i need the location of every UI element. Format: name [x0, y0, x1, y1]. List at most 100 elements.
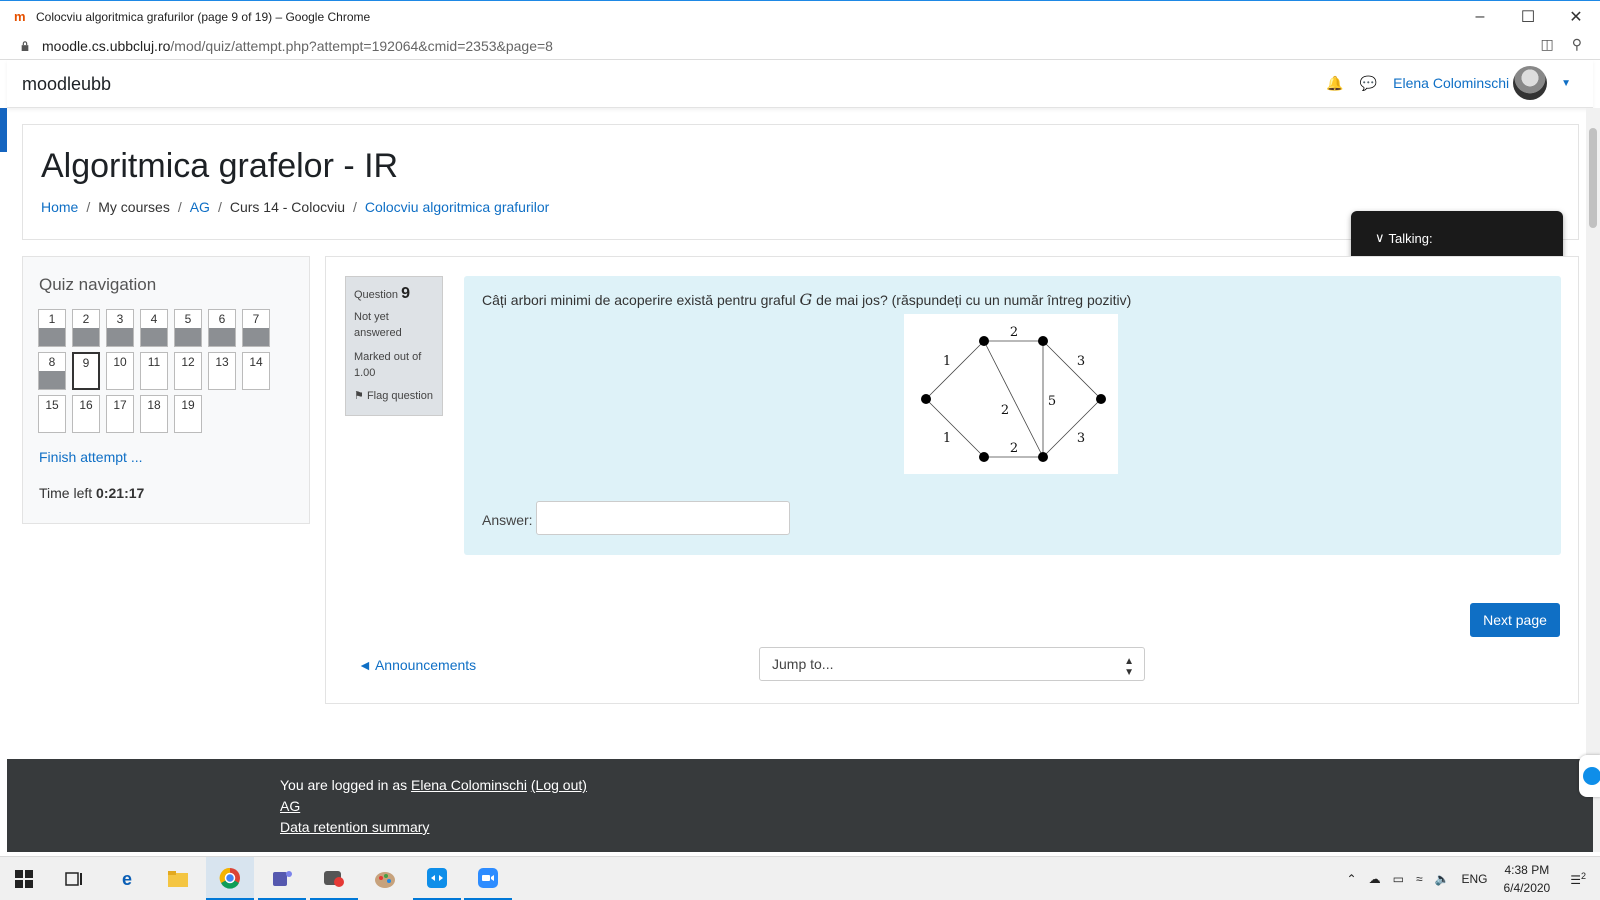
breadcrumb-home[interactable]: Home [41, 199, 78, 215]
quiz-nav-button-label: 9 [82, 356, 90, 370]
input-language[interactable]: ENG [1461, 872, 1487, 886]
flag-question-button[interactable]: ⚑ Flag question [354, 389, 434, 402]
feedback-app-icon[interactable] [310, 857, 358, 900]
onedrive-cloud-icon[interactable]: ☁ [1369, 872, 1381, 886]
quiz-nav-button[interactable]: 17 [106, 395, 134, 433]
jump-to-select[interactable]: Jump to... ▲ ▼ [759, 647, 1145, 681]
answered-indicator [39, 328, 65, 346]
footer-course-link[interactable]: AG [280, 798, 300, 814]
quiz-nav-button[interactable]: 8 [38, 352, 66, 390]
messages-icon[interactable]: 💬 [1360, 75, 1377, 92]
edge-browser-icon[interactable]: e [103, 857, 151, 900]
breadcrumb-my-courses: My courses [98, 199, 170, 215]
chrome-icon[interactable] [206, 857, 254, 900]
quiz-nav-button[interactable]: 1 [38, 309, 66, 347]
address-bar[interactable]: moodle.cs.ubbcluj.ro/mod/quiz/attempt.ph… [0, 32, 1600, 60]
translate-icon[interactable]: ◫ [1541, 36, 1554, 53]
quiz-nav-button[interactable]: 11 [140, 352, 168, 390]
drawer-toggle-accent[interactable] [0, 108, 7, 152]
teamviewer-tab[interactable] [1579, 755, 1600, 797]
quiz-nav-title: Quiz navigation [39, 275, 157, 294]
answered-indicator [107, 328, 133, 346]
quiz-nav-button-label: 18 [147, 398, 161, 412]
zoom-app-icon[interactable] [464, 857, 512, 900]
task-view-icon[interactable] [50, 857, 98, 900]
talking-label: Talking: [1388, 230, 1433, 246]
data-retention-link[interactable]: Data retention summary [280, 819, 429, 835]
breadcrumb-quiz[interactable]: Colocviu algoritmica grafurilor [365, 199, 549, 215]
quiz-nav-button-label: 10 [113, 355, 127, 369]
quiz-nav-button[interactable]: 12 [174, 352, 202, 390]
quiz-nav-button[interactable]: 13 [208, 352, 236, 390]
quiz-nav-button[interactable]: 3 [106, 309, 134, 347]
next-page-button[interactable]: Next page [1470, 603, 1560, 637]
flag-question-label: Flag question [366, 390, 433, 402]
chevron-down-icon[interactable]: ∨ [1375, 230, 1385, 246]
quiz-nav-button-label: 3 [116, 312, 124, 326]
quiz-nav-button[interactable]: 6 [208, 309, 236, 347]
notifications-bell-icon[interactable]: 🔔 [1326, 75, 1343, 92]
announcements-link[interactable]: ◄ Announcements [358, 657, 476, 673]
breadcrumb-course[interactable]: AG [190, 199, 210, 215]
edge-weight: 3 [1077, 354, 1085, 369]
graph-edge [1042, 340, 1102, 400]
quiz-nav-button-label: 7 [252, 312, 260, 326]
graph-node [979, 452, 989, 462]
answered-indicator [243, 328, 269, 346]
wifi-icon[interactable]: ≈ [1416, 872, 1423, 886]
quiz-nav-button[interactable]: 9 [72, 352, 100, 390]
user-menu-name[interactable]: Elena Colominschi [1393, 75, 1509, 91]
edge-weight: 2 [1010, 441, 1018, 456]
windows-start-icon[interactable] [0, 857, 48, 900]
quiz-nav-button[interactable]: 15 [38, 395, 66, 433]
zoom-icon[interactable]: ⚲ [1572, 36, 1582, 53]
quiz-nav-button[interactable]: 19 [174, 395, 202, 433]
logout-link[interactable]: (Log out) [531, 777, 587, 793]
battery-icon[interactable]: ▭ [1393, 872, 1404, 886]
quiz-nav-button[interactable]: 4 [140, 309, 168, 347]
select-arrows-icon: ▲ ▼ [1124, 656, 1134, 678]
page-footer: You are logged in as Elena Colominschi (… [7, 759, 1593, 852]
quiz-nav-button[interactable]: 14 [242, 352, 270, 390]
url-domain[interactable]: moodle.cs.ubbcluj.ro [42, 38, 170, 54]
question-text-var: G [799, 290, 813, 309]
question-state: Not yet answered [354, 311, 402, 339]
scrollbar-thumb[interactable] [1589, 128, 1597, 228]
teamviewer-taskbar-icon[interactable] [413, 857, 461, 900]
file-explorer-icon[interactable] [154, 857, 202, 900]
quiz-nav-button[interactable]: 18 [140, 395, 168, 433]
footer-user-link[interactable]: Elena Colominschi [411, 777, 527, 793]
answer-label: Answer: [482, 512, 533, 528]
clock-date: 6/4/2020 [1503, 881, 1551, 895]
url-path[interactable]: /mod/quiz/attempt.php?attempt=192064&cmi… [170, 38, 553, 54]
close-icon[interactable]: ✕ [1552, 1, 1600, 33]
system-clock[interactable]: 4:38 PM 6/4/2020 [1504, 861, 1551, 897]
answer-input[interactable] [536, 501, 790, 535]
quiz-nav-button-label: 15 [45, 398, 59, 412]
avatar[interactable] [1513, 66, 1548, 100]
quiz-nav-button[interactable]: 10 [106, 352, 134, 390]
chevron-down-icon[interactable]: ▼ [1561, 78, 1571, 89]
page-header: Algoritmica grafelor - IR Home / My cour… [22, 124, 1579, 240]
page-scrollbar[interactable] [1586, 108, 1600, 852]
breadcrumb-separator: / [177, 199, 182, 215]
maximize-icon[interactable]: ☐ [1504, 1, 1552, 33]
site-brand[interactable]: moodleubb [22, 74, 111, 95]
quiz-nav-button[interactable]: 16 [72, 395, 100, 433]
quiz-nav-button[interactable]: 7 [242, 309, 270, 347]
quiz-nav-button[interactable]: 2 [72, 309, 100, 347]
question-number: Question 9 [354, 285, 434, 303]
finish-attempt-link[interactable]: Finish attempt ... [39, 449, 142, 465]
action-center-icon[interactable]: ☰2 [1570, 871, 1586, 887]
volume-icon[interactable]: 🔈 [1435, 872, 1450, 886]
paint-app-icon[interactable] [361, 857, 409, 900]
graph-node [1038, 336, 1048, 346]
moodle-favicon-icon: m [14, 8, 26, 24]
teams-icon[interactable] [258, 857, 306, 900]
chevron-up-icon[interactable]: ⌃ [1347, 872, 1357, 886]
quiz-nav-button[interactable]: 5 [174, 309, 202, 347]
minimize-icon[interactable]: – [1456, 1, 1504, 33]
graph-figure: 2 1 3 2 5 1 2 3 [904, 314, 1118, 474]
quiz-nav-button-label: 11 [147, 355, 161, 369]
graph-node [1096, 394, 1106, 404]
